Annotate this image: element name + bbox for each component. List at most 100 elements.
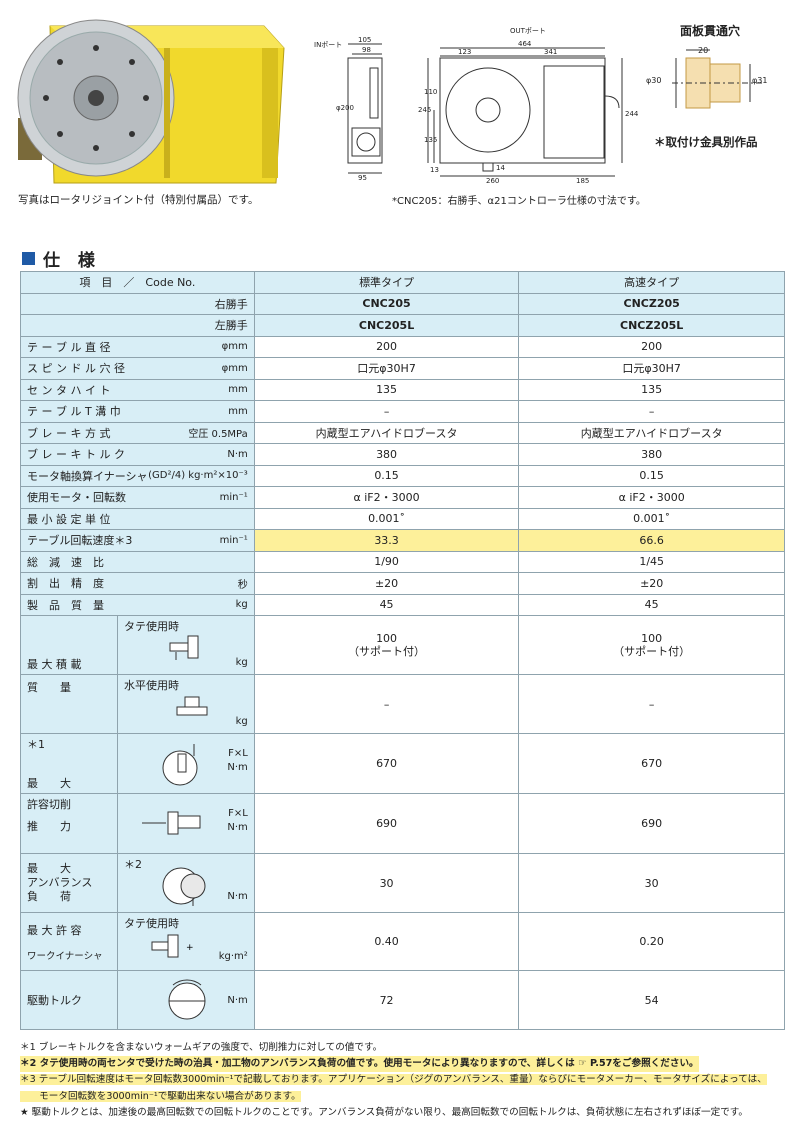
drive-torque-unit: N·m	[227, 995, 248, 1006]
max-cut-row1-std: 670	[253, 733, 520, 794]
row-label: 製 品 質 量	[27, 598, 104, 612]
panel-dim-20: 20	[698, 46, 709, 55]
row-std-value: 口元φ30H7	[253, 357, 520, 380]
photo-caption: 写真はロータリジョイント付（特別付属品）です。	[18, 194, 259, 206]
right-hand-std: CNC205	[253, 292, 520, 315]
table-row: 製 品 質 量 kg 45 45	[20, 593, 785, 616]
header-fast: 高速タイプ	[518, 271, 785, 294]
max-cut-row2-unit2: N·m	[227, 822, 248, 833]
row-fast-value: 0.001˚	[518, 507, 785, 530]
max-load-horizontal-row: 質 量 水平使用時 kg – –	[20, 674, 785, 734]
row-std-value: 45	[253, 593, 520, 616]
row-fast-value: 0.15	[518, 464, 785, 487]
dim-135: 135	[424, 136, 438, 144]
table-row: 右勝手 CNC205 CNCZ205	[20, 292, 785, 315]
max-cut-row1-unit1: F×L	[228, 748, 248, 759]
left-hand-fast: CNCZ205L	[518, 314, 785, 337]
row-unit: mm	[228, 405, 248, 417]
out-port-label: OUTポート	[510, 27, 546, 35]
panel-title: 面板貫通穴	[680, 24, 741, 38]
max-cut-label-2: 許容切削	[27, 798, 71, 811]
max-load-horizontal-unit: kg	[235, 716, 248, 727]
table-row: テ ー ブ ル 直 径 φmm 200 200	[20, 335, 785, 358]
table-row: ブ レ ー キ 方 式 空圧 0.5MPa 内蔵型エアハイドロブースタ 内蔵型エアハイ…	[20, 421, 785, 444]
row-label: 割 出 精 度	[27, 577, 104, 591]
row-std-value: 135	[253, 378, 520, 401]
row-label: テ ー ブ ル 直 径	[27, 340, 111, 354]
row-label: ブ レ ー キ ト ル ク	[27, 448, 125, 462]
horizontal-use-icon	[176, 696, 208, 716]
product-photo	[14, 8, 294, 186]
svg-text:+: +	[186, 943, 194, 953]
max-cut-row2-unit1: F×L	[228, 808, 248, 819]
left-hand-label: 左勝手	[20, 314, 255, 337]
row-std-value: ±20	[253, 572, 520, 595]
drive-torque-fast: 54	[518, 970, 785, 1030]
dim-123: 123	[458, 48, 472, 56]
row-fast-value: 66.6	[518, 529, 785, 552]
dim-110: 110	[424, 88, 438, 96]
max-load-vertical-unit: kg	[235, 657, 248, 668]
unbalance-note: ＊2	[124, 858, 142, 871]
max-cut-row-1: ＊1 最 大 F×L N·m 670 670	[20, 733, 785, 794]
row-label: 総 減 速 比	[27, 555, 104, 569]
max-cut-note: ＊1	[27, 738, 45, 751]
row-fast-value: –	[518, 400, 785, 423]
row-std-value: 33.3	[253, 529, 520, 552]
section-title: 仕 様	[22, 246, 101, 271]
footnote-3: ＊3 テーブル回転速度はモータ回転数3000min⁻¹で記載しております。アプリ…	[20, 1074, 767, 1086]
unbalance-row: 最 大 アンバランス 負 荷 ＊2 N·m 30 30	[20, 853, 785, 913]
footnotes: ＊1 ブレーキトルクを含まないウォームギアの強度で、切削推力に対しての値です。 …	[20, 1040, 790, 1121]
table-row: 左勝手 CNC205L CNCZ205L	[20, 314, 785, 337]
dim-341: 341	[544, 48, 558, 56]
row-std-value: 内蔵型エアハイドロブースタ	[253, 421, 520, 444]
max-load-label-2: 質 量	[27, 681, 71, 694]
row-label: テーブル回転速度＊3	[27, 534, 133, 548]
row-std-value: 200	[253, 335, 520, 358]
unbalance-label-1: 最 大	[27, 862, 71, 875]
dim-13: 13	[430, 166, 439, 174]
right-hand-label: 右勝手	[20, 292, 255, 315]
max-cut-row2-std: 690	[253, 793, 520, 854]
drawing-note: *CNC205：右勝手、α21コントローラ仕様の寸法です。	[392, 196, 646, 207]
table-row: テ ー ブ ル T 溝 巾 mm – –	[20, 400, 785, 423]
dim-14: 14	[496, 164, 505, 172]
row-fast-value: α iF2・3000	[518, 486, 785, 509]
row-fast-value: ±20	[518, 572, 785, 595]
row-std-value: α iF2・3000	[253, 486, 520, 509]
inertia-label-1: 最 大 許 容	[27, 923, 82, 937]
max-cut-row1-fast: 670	[518, 733, 785, 794]
row-fast-value: 200	[518, 335, 785, 358]
footnote-1: ＊1 ブレーキトルクを含まないウォームギアの強度で、切削推力に対しての値です。	[20, 1042, 383, 1053]
row-unit: 秒	[237, 579, 248, 591]
table-row: ブ レ ー キ ト ル ク N·m 380 380	[20, 443, 785, 466]
row-unit: 空圧 0.5MPa	[188, 429, 248, 441]
row-fast-value: 380	[518, 443, 785, 466]
row-label: セ ン タ ハ イ ト	[27, 383, 111, 397]
max-load-horizontal-label: 水平使用時	[124, 679, 179, 692]
row-unit: kg	[235, 599, 248, 611]
row-label: 最 小 設 定 単 位	[27, 512, 111, 526]
dim-105: 105	[358, 36, 372, 44]
inertia-icon: +	[151, 934, 194, 958]
max-cut-row-2: 許容切削 推 力 F×L N·m 690 690	[20, 793, 785, 854]
footnote-3-cont: モータ回転数を3000min⁻¹で駆動出来ない場合があります。	[20, 1090, 301, 1102]
section-title-text: 仕 様	[43, 251, 101, 271]
table-header: 項 目 ／ Code No. 標準タイプ 高速タイプ	[20, 271, 785, 294]
dim-464: 464	[518, 40, 532, 48]
max-cut-row1-unit2: N·m	[227, 762, 248, 773]
unbalance-std: 30	[253, 853, 520, 913]
row-std-value: 380	[253, 443, 520, 466]
unbalance-load-icon	[162, 867, 206, 906]
row-unit: min⁻¹	[219, 534, 248, 546]
cut-force-axial-icon	[142, 811, 201, 835]
row-label: テ ー ブ ル T 溝 巾	[27, 405, 121, 419]
row-label: ス ピ ン ド ル 穴 径	[27, 362, 125, 376]
left-hand-std: CNC205L	[253, 314, 520, 337]
row-label: モータ軸換算イナーシャ	[27, 469, 148, 483]
row-label: ブ レ ー キ 方 式	[27, 426, 111, 440]
dim-phi200: φ200	[336, 104, 354, 112]
row-fast-value: 口元φ30H7	[518, 357, 785, 380]
table-row: ス ピ ン ド ル 穴 径 φmm 口元φ30H7 口元φ30H7	[20, 357, 785, 380]
right-hand-fast: CNCZ205	[518, 292, 785, 315]
